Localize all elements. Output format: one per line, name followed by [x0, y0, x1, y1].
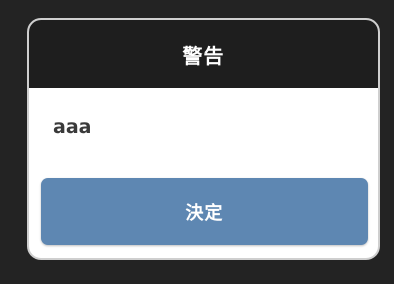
confirm-button[interactable]: 決定 [41, 178, 368, 245]
alert-dialog: 警告 aaa 決定 [27, 18, 380, 260]
dialog-message: aaa [53, 116, 92, 138]
dialog-header: 警告 [29, 20, 378, 88]
confirm-button-label: 決定 [185, 202, 224, 224]
dialog-title: 警告 [182, 43, 225, 68]
